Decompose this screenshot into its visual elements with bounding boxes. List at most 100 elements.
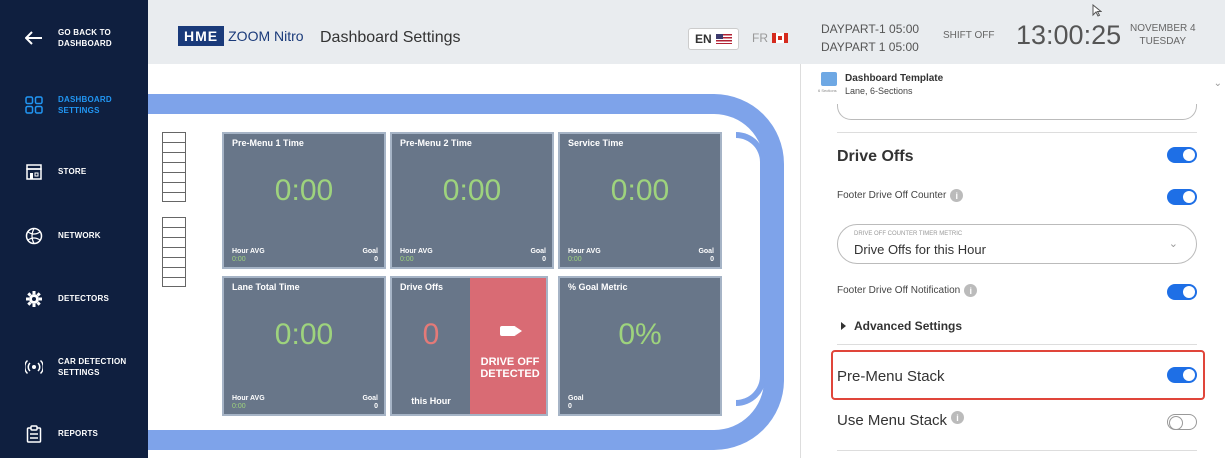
daypart-line1: DAYPART-1 05:00 xyxy=(821,22,920,36)
tile-pre-menu-2-time[interactable]: Pre-Menu 2 Time 0:00 Hour AVG 0:00 Goal 0 xyxy=(390,132,554,269)
tile-service-time[interactable]: Service Time 0:00 Hour AVG 0:00 Goal 0 xyxy=(558,132,722,269)
lane-track-inner xyxy=(736,132,766,406)
tile-footer: Hour AVG 0:00 Goal 0 xyxy=(400,248,546,264)
lane-marker xyxy=(162,152,186,162)
arrow-left-icon xyxy=(22,26,46,50)
network-icon xyxy=(22,224,46,248)
dashboard-template-header[interactable]: 6 Sections Dashboard Template Lane, 6-Se… xyxy=(801,64,1225,104)
tile-goal-metric[interactable]: % Goal Metric 0% Goal 0 xyxy=(558,276,722,416)
sidebar-item-label-line1: CAR DETECTION xyxy=(58,356,127,366)
clipboard-icon xyxy=(22,422,46,446)
drive-off-counter-timer-metric-select[interactable]: DRIVE OFF COUNTER TIMER METRIC Drive Off… xyxy=(837,224,1197,264)
app-root: GO BACK TO DASHBOARD DASHBOARD SETTINGS … xyxy=(0,0,1225,458)
gear-icon xyxy=(22,287,46,311)
tile-foot-label: Goal xyxy=(568,394,584,402)
pre-menu-stack-toggle[interactable] xyxy=(1167,367,1197,383)
info-icon[interactable]: i xyxy=(951,411,965,424)
drive-offs-toggle[interactable] xyxy=(1167,147,1197,163)
tile-pre-menu-1-time[interactable]: Pre-Menu 1 Time 0:00 Hour AVG 0:00 Goal 0 xyxy=(222,132,386,269)
lane-marker xyxy=(162,142,186,152)
advanced-settings-toggle[interactable]: Advanced Settings xyxy=(841,319,962,333)
pre-menu-stack-label: Pre-Menu Stack xyxy=(837,368,945,385)
drive-offs-count-area: Drive Offs 0 this Hour xyxy=(392,278,470,414)
radar-icon xyxy=(22,355,46,379)
mouse-cursor-icon xyxy=(1092,3,1103,20)
tile-goal-value: 0 xyxy=(374,255,378,263)
go-back-label-line1: GO BACK TO xyxy=(58,27,111,37)
footer-drive-off-counter-toggle[interactable] xyxy=(1167,189,1197,205)
info-icon[interactable]: i xyxy=(950,189,964,202)
tile-foot-label: Hour AVG xyxy=(232,394,265,402)
hme-zoom-nitro-logo: HME ZOOM Nitro xyxy=(178,26,304,46)
lane-marker xyxy=(162,192,186,202)
tile-value: 0:00 xyxy=(274,318,334,351)
lane-marker xyxy=(162,247,186,257)
advanced-settings-label: Advanced Settings xyxy=(854,319,963,333)
tile-goal-value: 0 xyxy=(542,255,546,263)
top-header: HME ZOOM Nitro Dashboard Settings EN FR … xyxy=(148,0,1225,64)
tile-title: Service Time xyxy=(568,138,624,148)
language-en-label: EN xyxy=(695,32,712,46)
language-fr-button[interactable]: FR xyxy=(752,31,788,45)
store-icon xyxy=(22,160,46,184)
tile-title: Pre-Menu 1 Time xyxy=(232,138,304,148)
sidebar-item-store[interactable]: STORE xyxy=(0,160,148,184)
tile-goal-label: Goal xyxy=(362,247,378,255)
logo-hme: HME xyxy=(178,26,225,46)
shift-status: SHIFT OFF xyxy=(943,30,995,41)
lane-marker xyxy=(162,227,186,237)
sidebar-item-reports[interactable]: REPORTS xyxy=(0,422,148,446)
sidebar-item-label-line1: DASHBOARD xyxy=(58,94,112,104)
tile-foot-value: 0:00 xyxy=(568,255,582,263)
footer-drive-off-notification-row: Footer Drive Off Notification i xyxy=(837,284,978,297)
tile-title: Lane Total Time xyxy=(232,282,300,292)
tile-goal-value: 0 xyxy=(374,402,378,410)
lane-marker xyxy=(162,277,186,287)
template-grid-icon xyxy=(821,72,837,86)
tile-goal-label: Goal xyxy=(362,394,378,402)
us-flag-icon xyxy=(715,34,732,44)
tile-foot-label: Hour AVG xyxy=(568,247,601,255)
sidebar-item-dashboard-settings[interactable]: DASHBOARD SETTINGS xyxy=(0,88,148,122)
sidebar-item-label: CAR DETECTION SETTINGS xyxy=(58,356,126,378)
use-menu-stack-toggle[interactable] xyxy=(1167,414,1197,430)
tile-drive-offs[interactable]: Drive Offs 0 this Hour DRIVE OFF DETECTE… xyxy=(390,276,548,416)
lane-marker xyxy=(162,172,186,182)
drive-offs-section-title: Drive Offs xyxy=(837,148,914,165)
page-title: Dashboard Settings xyxy=(320,29,461,46)
lane-markers-bottom xyxy=(162,217,186,287)
tile-footer: Hour AVG 0:00 Goal 0 xyxy=(568,248,714,264)
divider xyxy=(837,132,1197,133)
lane-marker xyxy=(162,162,186,172)
detected-line1: DRIVE OFF xyxy=(480,356,540,368)
sidebar-item-detectors[interactable]: DETECTORS xyxy=(0,287,148,311)
info-icon[interactable]: i xyxy=(964,284,978,297)
template-subtitle: Lane, 6-Sections xyxy=(845,86,913,96)
tile-lane-total-time[interactable]: Lane Total Time 0:00 Hour AVG 0:00 Goal 0 xyxy=(222,276,386,416)
language-en-button[interactable]: EN xyxy=(688,28,739,50)
tile-goal-value: 0 xyxy=(710,255,714,263)
daypart-line2: DAYPART 1 05:00 xyxy=(821,40,919,54)
lane-marker xyxy=(162,217,186,227)
divider xyxy=(837,450,1197,451)
drive-off-detected-alert: DRIVE OFF DETECTED xyxy=(470,278,546,414)
clock: 13:00:25 xyxy=(1016,20,1122,50)
sidebar-item-car-detection-settings[interactable]: CAR DETECTION SETTINGS xyxy=(0,350,148,384)
footer-drive-off-notification-toggle[interactable] xyxy=(1167,284,1197,300)
tile-foot-value: 0:00 xyxy=(232,402,246,410)
date-line2: TUESDAY xyxy=(1139,36,1187,47)
chevron-down-icon[interactable]: ⌄ xyxy=(1214,78,1222,89)
select-value: Drive Offs for this Hour xyxy=(854,242,986,257)
use-menu-stack-label: Use Menu Stack xyxy=(837,412,948,429)
lane-marker xyxy=(162,267,186,277)
sidebar-item-label: REPORTS xyxy=(58,429,99,439)
lane-marker xyxy=(162,132,186,142)
caret-right-icon xyxy=(841,322,846,330)
go-back-button[interactable]: GO BACK TO DASHBOARD xyxy=(0,22,148,54)
date-display: NOVEMBER 4 TUESDAY xyxy=(1130,22,1196,48)
go-back-label: GO BACK TO DASHBOARD xyxy=(58,27,112,49)
video-camera-icon xyxy=(500,326,522,336)
divider xyxy=(837,344,1197,345)
settings-panel: Show DP and Shift with Time 6 Sections D… xyxy=(800,64,1225,458)
sidebar-item-network[interactable]: NETWORK xyxy=(0,224,148,248)
